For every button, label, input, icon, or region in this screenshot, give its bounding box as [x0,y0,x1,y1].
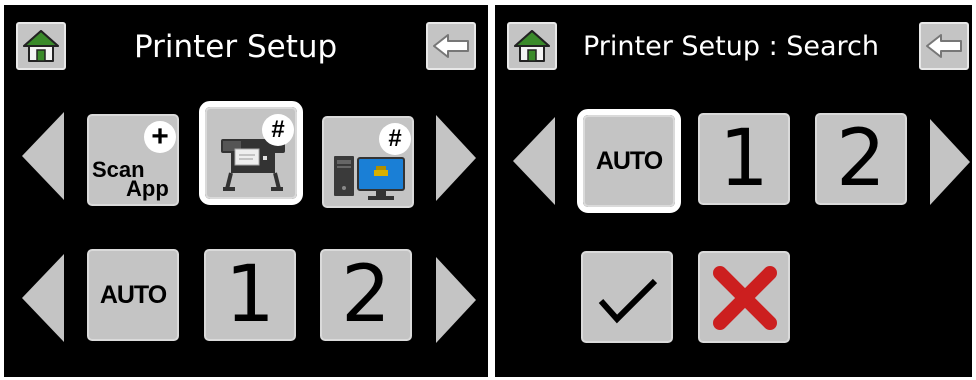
printer-setup-screen: Printer Setup Scan App + # # AUTO 1 2 [4,5,488,377]
number-2-label: 2 [836,114,886,204]
number-1-label: 1 [719,114,769,204]
triangle-left-icon[interactable] [513,117,557,205]
auto-tile[interactable]: AUTO [577,109,681,213]
plus-badge: + [144,121,176,153]
cancel-button[interactable] [698,251,790,343]
back-button[interactable] [919,22,969,70]
hash-badge: # [379,123,411,155]
number-1-label: 1 [225,250,275,340]
printer-setup-search-screen: Printer Setup : Search AUTO 1 2 [495,5,972,377]
number-2-label: 2 [341,250,391,340]
triangle-right-icon[interactable] [436,115,478,201]
triangle-left-icon[interactable] [22,112,66,200]
back-button[interactable] [426,22,476,70]
printer-1-tile[interactable]: 1 [204,249,296,341]
computer-monitor-icon [334,156,405,200]
auto-label: AUTO [99,280,167,309]
auto-tile[interactable]: AUTO [87,249,179,341]
scan-app-label: Scan App [92,159,169,200]
printer-1-tile[interactable]: 1 [698,113,790,205]
printer-2-tile[interactable]: 2 [320,249,412,341]
back-arrow-icon [433,34,469,58]
x-mark-icon [713,266,777,330]
page-title: Printer Setup [134,29,338,65]
computer-link-tile[interactable]: # [322,116,414,208]
checkmark-icon [598,278,658,324]
home-icon [514,30,550,62]
triangle-right-icon[interactable] [930,119,972,205]
triangle-left-icon[interactable] [22,254,66,342]
home-button[interactable] [16,22,66,70]
back-arrow-icon [926,34,962,58]
printer-2-tile[interactable]: 2 [815,113,907,205]
confirm-button[interactable] [581,251,673,343]
large-printer-tile[interactable]: # [199,101,303,205]
home-button[interactable] [507,22,557,70]
hash-badge: # [262,114,294,146]
scan-app-tile[interactable]: Scan App + [87,114,179,206]
auto-label: AUTO [595,146,663,175]
home-icon [23,30,59,62]
page-title: Printer Setup : Search [583,31,880,62]
triangle-right-icon[interactable] [436,257,478,343]
